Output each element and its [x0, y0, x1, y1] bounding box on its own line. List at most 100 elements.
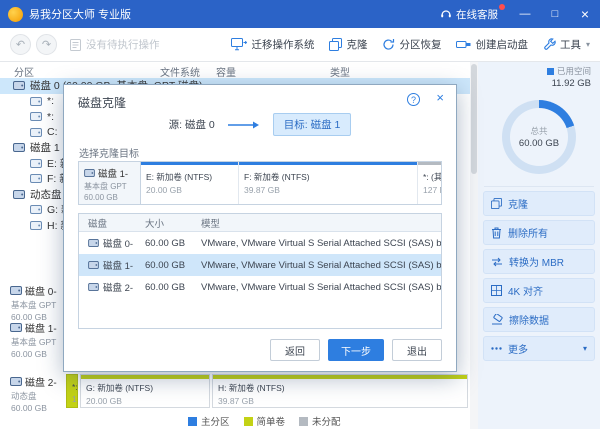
- scrollbar-thumb[interactable]: [471, 64, 477, 174]
- strip-partition-label: E: 新加卷 (NTFS): [146, 171, 238, 183]
- next-button[interactable]: 下一步: [328, 339, 384, 361]
- clone-icon: [329, 38, 342, 51]
- tree-item-label: *:: [47, 111, 54, 123]
- help-icon[interactable]: ?: [407, 93, 420, 106]
- legend-primary: 主分区: [188, 414, 230, 428]
- cell-model: VMware, VMware Virtual S Serial Attached…: [201, 260, 441, 271]
- strip-partition-f[interactable]: F: 新加卷 (NTFS) 39.87 GB: [238, 162, 417, 204]
- partition-box-star[interactable]: *: 127 MB: [66, 374, 78, 408]
- dialog-close-icon[interactable]: ×: [436, 90, 444, 105]
- redo-button[interactable]: ↷: [36, 34, 57, 55]
- clone-sidebar-button[interactable]: 克隆: [483, 191, 595, 216]
- total-value: 60.00 GB: [519, 138, 559, 149]
- table-row-disk0[interactable]: 磁盘 0- 60.00 GB VMware, VMware Virtual S …: [79, 232, 441, 254]
- clone-toolbar-label: 克隆: [346, 37, 367, 52]
- header-disk: 磁盘: [79, 216, 145, 230]
- wipe-data-button[interactable]: 擦除数据: [483, 307, 595, 332]
- strip-partition-other[interactable]: *: (其他) 127 MB: [417, 162, 441, 204]
- create-bootable-button[interactable]: 创建启动盘: [456, 37, 528, 52]
- dialog-title: 磁盘克隆: [78, 94, 126, 111]
- disk2-partition-bar: *: 127 MB G: 新加卷 (NTFS) 20.00 GB H: 新加卷 …: [66, 374, 468, 408]
- wrench-icon: [543, 38, 556, 51]
- disk-icon: [84, 169, 95, 177]
- cell-disk: 磁盘 1-: [103, 258, 133, 272]
- exit-button[interactable]: 退出: [392, 339, 442, 361]
- strip-disk-type: 基本盘 GPT: [84, 181, 140, 192]
- sidebar-button-label: 更多: [508, 341, 528, 356]
- 4k-align-button[interactable]: 4K 对齐: [483, 278, 595, 303]
- tools-button[interactable]: 工具 ▾: [543, 37, 590, 52]
- sidebar-button-label: 4K 对齐: [508, 283, 543, 298]
- disk-map-disk1[interactable]: 磁盘 1- 基本盘 GPT 60.00 GB: [10, 320, 65, 359]
- undo-button[interactable]: ↶: [10, 34, 31, 55]
- column-partition[interactable]: 分区: [14, 64, 34, 79]
- align-grid-icon: [491, 285, 502, 296]
- legend-unallocated: 未分配: [299, 414, 341, 428]
- delete-all-button[interactable]: 删除所有: [483, 220, 595, 245]
- cell-disk: 磁盘 0-: [103, 236, 133, 250]
- more-button[interactable]: 更多 ▾: [483, 336, 595, 361]
- disk-map-disk0[interactable]: 磁盘 0- 基本盘 GPT 60.00 GB: [10, 283, 65, 322]
- target-label: 目标:: [284, 119, 308, 131]
- strip-disk-info: 磁盘 1- 基本盘 GPT 60.00 GB: [79, 162, 141, 204]
- back-button[interactable]: 返回: [270, 339, 320, 361]
- partition-label: *:: [72, 382, 77, 392]
- partition-recovery-label: 分区恢复: [399, 37, 441, 52]
- sidebar-divider: [484, 186, 594, 187]
- disk-usage-donut-chart: 总共 60.00 GB: [502, 100, 576, 174]
- chevron-down-icon: ▾: [586, 40, 590, 49]
- table-row-disk2[interactable]: 磁盘 2- 60.00 GB VMware, VMware Virtual S …: [79, 276, 441, 298]
- cell-size: 60.00 GB: [145, 238, 201, 249]
- convert-to-mbr-button[interactable]: 转换为 MBR: [483, 249, 595, 274]
- legend-label: 主分区: [201, 414, 230, 428]
- dialog-buttons: 返回 下一步 退出: [270, 339, 442, 361]
- partition-legend: 主分区 简单卷 未分配: [188, 414, 341, 428]
- source-disk: 源: 磁盘 0: [169, 117, 215, 132]
- legend-label: 简单卷: [257, 414, 286, 428]
- partition-size: 20.00 GB: [86, 396, 209, 406]
- strip-partition-size: 127 MB: [423, 185, 441, 195]
- arrow-right-icon: [227, 120, 261, 130]
- strip-partition-e[interactable]: E: 新加卷 (NTFS) 20.00 GB: [141, 162, 238, 204]
- online-service-button[interactable]: 在线客服: [428, 0, 510, 28]
- partition-icon: [30, 174, 42, 183]
- disk-type: 动态盘: [10, 390, 65, 402]
- partition-recovery-button[interactable]: 分区恢复: [382, 37, 441, 52]
- partition-box-g[interactable]: G: 新加卷 (NTFS) 20.00 GB: [80, 374, 210, 408]
- disk-size: 60.00 GB: [10, 349, 65, 359]
- partition-list-header: 分区 文件系统 容量 类型: [0, 63, 470, 78]
- table-row-disk1[interactable]: 磁盘 1- 60.00 GB VMware, VMware Virtual S …: [79, 254, 441, 276]
- disk-type: 基本盘 GPT: [10, 299, 65, 311]
- used-space: 已用空间 11.92 GB: [547, 65, 591, 89]
- disk-icon: [10, 286, 22, 295]
- close-button[interactable]: ×: [570, 0, 600, 28]
- bootable-disk-icon: [456, 39, 471, 50]
- partition-label: G: 新加卷 (NTFS): [86, 382, 209, 394]
- primary-swatch-icon: [188, 417, 197, 426]
- vertical-scrollbar[interactable]: [470, 62, 478, 429]
- sidebar-button-label: 删除所有: [508, 225, 548, 240]
- sidebar-actions: 克隆 删除所有 转换为 MBR 4K 对齐 擦除数据 更多 ▾: [483, 191, 595, 361]
- disk-map-disk2[interactable]: 磁盘 2- 动态盘 60.00 GB: [10, 374, 65, 413]
- column-filesystem[interactable]: 文件系统: [160, 64, 200, 79]
- eraser-icon: [491, 314, 503, 325]
- notification-badge: [499, 4, 505, 10]
- sidebar-button-label: 擦除数据: [509, 312, 549, 327]
- disk-size: 60.00 GB: [10, 403, 65, 413]
- disk-icon: [10, 323, 22, 332]
- disk-type: 基本盘 GPT: [10, 336, 65, 348]
- partition-icon: [30, 128, 42, 137]
- migrate-os-button[interactable]: 迁移操作系统: [231, 37, 314, 52]
- clone-toolbar-button[interactable]: 克隆: [329, 37, 367, 52]
- column-type[interactable]: 类型: [330, 64, 350, 79]
- pending-operations-icon: [70, 39, 81, 51]
- minimize-button[interactable]: —: [510, 0, 540, 28]
- disk-icon: [13, 143, 25, 152]
- maximize-button[interactable]: □: [540, 0, 570, 28]
- header-size: 大小: [145, 216, 201, 230]
- partition-label: H: 新加卷 (NTFS): [218, 382, 467, 394]
- column-capacity[interactable]: 容量: [216, 64, 236, 79]
- partition-box-h[interactable]: H: 新加卷 (NTFS) 39.87 GB: [212, 374, 468, 408]
- cell-size: 60.00 GB: [145, 260, 201, 271]
- donut-center: 总共 60.00 GB: [510, 108, 568, 166]
